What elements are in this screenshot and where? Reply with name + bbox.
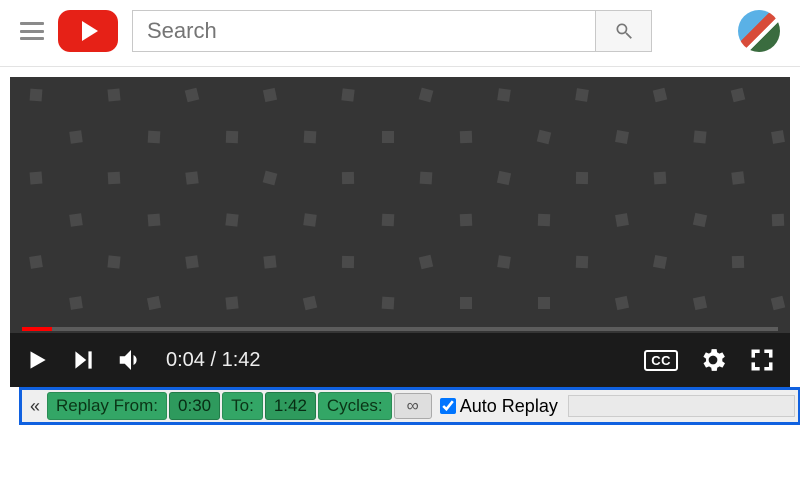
replay-from-label: Replay From: xyxy=(47,392,167,420)
play-button[interactable] xyxy=(24,345,50,375)
replay-cycles-label: Cycles: xyxy=(318,392,392,420)
gear-icon xyxy=(698,345,728,375)
settings-button[interactable] xyxy=(698,345,728,375)
search-bar xyxy=(132,10,652,52)
replay-bar: « Replay From: 0:30 To: 1:42 Cycles: ∞ A… xyxy=(19,387,800,425)
next-button[interactable] xyxy=(70,347,96,373)
next-icon xyxy=(70,347,96,373)
hamburger-menu-icon[interactable] xyxy=(20,22,44,40)
search-icon xyxy=(614,21,634,41)
progress-bar[interactable] xyxy=(22,327,778,331)
auto-replay-toggle[interactable]: Auto Replay xyxy=(440,396,558,417)
time-display: 0:04 / 1:42 xyxy=(166,349,261,372)
auto-replay-checkbox[interactable] xyxy=(440,398,456,414)
fullscreen-icon xyxy=(748,346,776,374)
auto-replay-label: Auto Replay xyxy=(460,396,558,417)
replay-bar-tail xyxy=(568,395,795,417)
replay-cycles-value[interactable]: ∞ xyxy=(394,393,432,419)
player-controls: 0:04 / 1:42 CC xyxy=(10,333,790,387)
fullscreen-button[interactable] xyxy=(748,346,776,374)
search-button[interactable] xyxy=(595,11,651,51)
replay-to-value[interactable]: 1:42 xyxy=(265,392,316,420)
play-icon xyxy=(24,345,50,375)
replay-to-label: To: xyxy=(222,392,263,420)
youtube-logo[interactable] xyxy=(58,10,118,52)
cc-button[interactable]: CC xyxy=(644,350,678,371)
header xyxy=(0,0,800,62)
avatar[interactable] xyxy=(738,10,780,52)
replay-from-value[interactable]: 0:30 xyxy=(169,392,220,420)
collapse-button[interactable]: « xyxy=(25,396,45,417)
duration: 1:42 xyxy=(222,349,261,371)
current-time: 0:04 xyxy=(166,349,205,371)
header-divider xyxy=(0,66,800,67)
video-player[interactable]: 0:04 / 1:42 CC xyxy=(10,77,790,387)
volume-icon xyxy=(116,345,146,375)
search-input[interactable] xyxy=(133,11,595,51)
progress-played xyxy=(22,327,52,331)
volume-button[interactable] xyxy=(116,345,146,375)
